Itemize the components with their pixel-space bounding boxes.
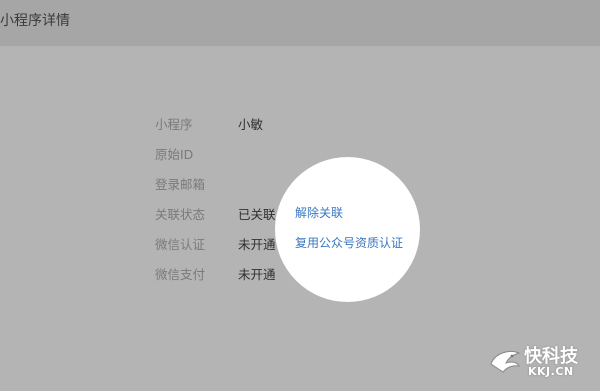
original-id-label: 原始ID [155,147,194,162]
detail-row-wechat-pay: 微信支付 未开通 [0,264,600,282]
watermark: 快科技 KKJ.CN [488,342,592,388]
unlink-button[interactable]: 解除关联 [295,204,343,221]
mini-program-label: 小程序 [155,117,193,132]
wechat-pay-label: 微信支付 [155,267,206,282]
reuse-official-account-verification-link[interactable]: 复用公众号资质认证 [295,234,403,251]
detail-row-original-id: 原始ID [0,144,600,162]
detail-row-login-email: 登录邮箱 [0,174,600,192]
page-title: 小程序详情 [0,13,70,29]
bird-logo-icon [490,350,521,373]
page-header: 小程序详情 [0,0,600,46]
link-status-label: 关联状态 [155,207,206,222]
mini-program-value: 小敏 [238,117,264,132]
wechat-verification-value: 未开通 [238,237,276,252]
detail-row-wechat-verification: 微信认证 未开通 复用公众号资质认证 [0,234,600,252]
detail-row-link-status: 关联状态 已关联 解除关联 [0,204,600,222]
wechat-verification-label: 微信认证 [155,237,206,252]
watermark-domain: KKJ.CN [528,365,574,378]
detail-row-mini-program: 小程序 小敏 [0,114,600,132]
link-status-value: 已关联 [238,207,276,222]
login-email-label: 登录邮箱 [155,177,206,192]
wechat-pay-value: 未开通 [238,267,276,282]
